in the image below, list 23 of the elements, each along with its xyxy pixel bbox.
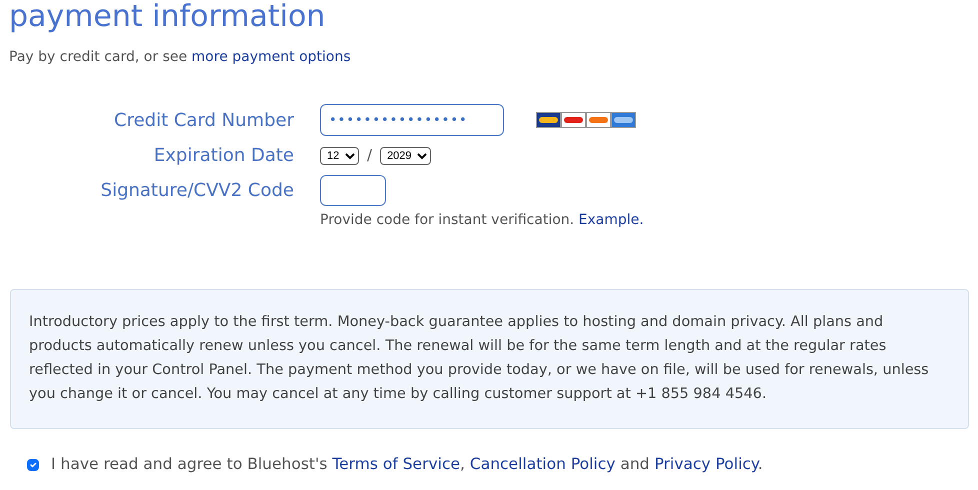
help-text: Provide code for instant verification. Example.	[320, 211, 644, 230]
agree-checkbox[interactable]	[27, 458, 39, 471]
date-separator: /	[367, 145, 372, 166]
notice-text: Introductory prices apply to the first term. Money-back guarantee applies to hosting and domain privacy. All plans and products automatically renew unless you cancel. The renewal will be for the same term length and at the regular rates reflected in your Control Panel. The payment method you provide today, or we have on file, will be used for renewals, unless you change it or cancel. You may cancel at any time by calling customer support at +1 855 984 4546.	[10, 289, 969, 429]
field-label: Signature/CVV2 Code	[100, 179, 294, 203]
policy-link[interactable]: Cancellation Policy	[470, 455, 616, 473]
credit-card-icon	[536, 112, 561, 128]
payment-options-link[interactable]: more payment options	[192, 49, 351, 65]
credit-card-icon	[561, 112, 586, 128]
cvv-field[interactable]	[320, 175, 386, 206]
field-label: Credit Card Number	[114, 108, 294, 132]
card-number-field[interactable]: ••••••••••••••••	[320, 104, 504, 136]
year-select[interactable]: 2029	[380, 146, 432, 164]
month-select[interactable]: 12	[320, 146, 359, 164]
page-title: payment information	[9, 0, 326, 33]
intro-text: Pay by credit card, or see more payment options	[9, 48, 352, 67]
credit-card-icon	[586, 112, 611, 128]
credit-card-icon	[611, 112, 636, 128]
policy-link[interactable]: Privacy Policy	[654, 455, 758, 473]
example-link[interactable]: Example.	[578, 212, 644, 228]
policy-link[interactable]: Terms of Service	[332, 455, 460, 473]
field-label: Expiration Date	[154, 144, 294, 168]
agreement-text: I have read and agree to Bluehost's Terms of Service, Cancellation Policy and Privacy Policy.	[51, 454, 763, 475]
